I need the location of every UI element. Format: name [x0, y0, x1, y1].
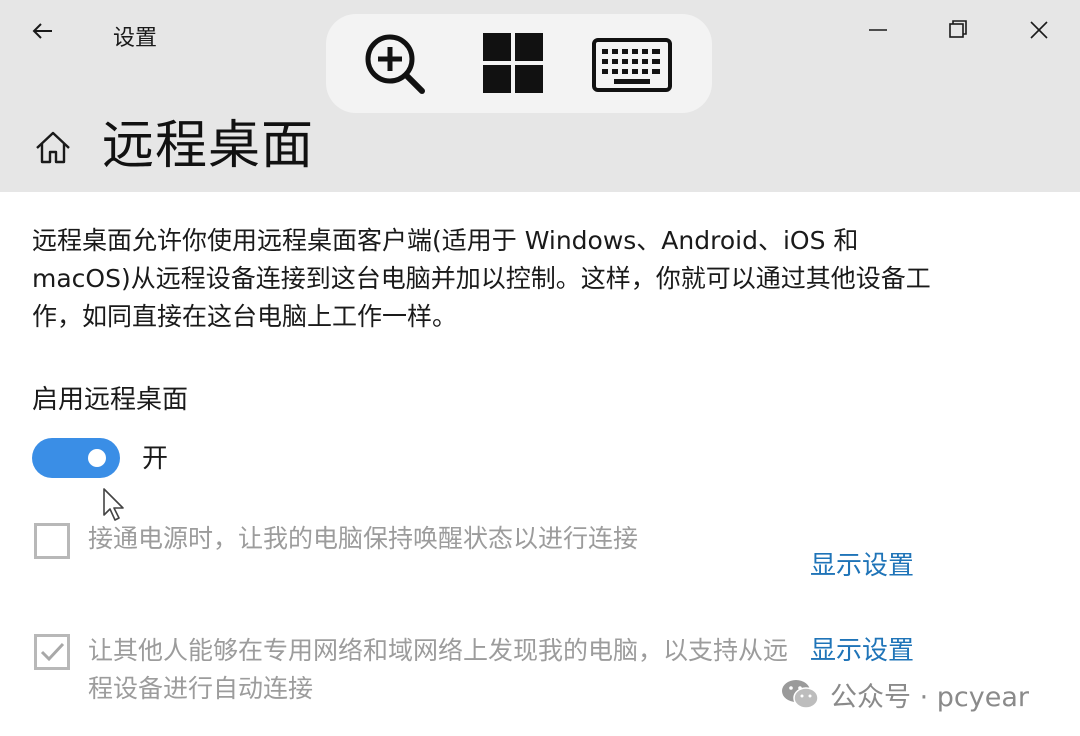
windows-start-icon [483, 33, 543, 93]
restore-icon [949, 20, 967, 38]
close-icon [1030, 21, 1048, 39]
magnifier-button[interactable] [362, 31, 428, 101]
close-button[interactable] [1021, 14, 1057, 46]
keep-awake-label: 接通电源时，让我的电脑保持唤醒状态以进行连接 [88, 524, 639, 553]
restore-button[interactable] [940, 14, 976, 46]
show-settings-link-network[interactable]: 显示设置 [810, 632, 914, 670]
keyboard-button[interactable] [592, 38, 672, 96]
remote-desktop-toggle[interactable] [32, 438, 120, 478]
wechat-icon [782, 680, 819, 709]
watermark-text: 公众号 · pcyear [830, 681, 1029, 713]
watermark: 公众号 · pcyear [780, 674, 1029, 714]
discoverable-label: 让其他人能够在专用网络和域网络上发现我的电脑，以支持从远程设备进行自动连接 [88, 636, 789, 703]
back-button[interactable] [28, 16, 58, 46]
discoverable-checkbox[interactable] [34, 634, 70, 670]
toggle-knob [88, 449, 106, 467]
window-title: 设置 [113, 26, 158, 51]
minimize-button[interactable] [860, 14, 896, 46]
page-description: 远程桌面允许你使用远程桌面客户端(适用于 Windows、Android、iOS… [32, 226, 931, 331]
home-icon [36, 131, 70, 164]
home-button[interactable] [33, 128, 73, 168]
floating-toolbar [326, 14, 712, 113]
checkmark-icon [40, 642, 65, 662]
minimize-icon [869, 29, 887, 31]
keyboard-icon [592, 38, 672, 92]
header: 设置 远程桌面 [0, 0, 1080, 192]
start-button[interactable] [482, 32, 544, 98]
back-arrow-icon [32, 23, 52, 39]
keep-awake-checkbox[interactable] [34, 523, 70, 559]
toggle-state-label: 开 [142, 444, 169, 474]
show-settings-link-power[interactable]: 显示设置 [810, 547, 914, 585]
magnifier-icon [365, 34, 425, 94]
page-title: 远程桌面 [102, 116, 315, 176]
remote-desktop-label: 启用远程桌面 [32, 385, 189, 415]
